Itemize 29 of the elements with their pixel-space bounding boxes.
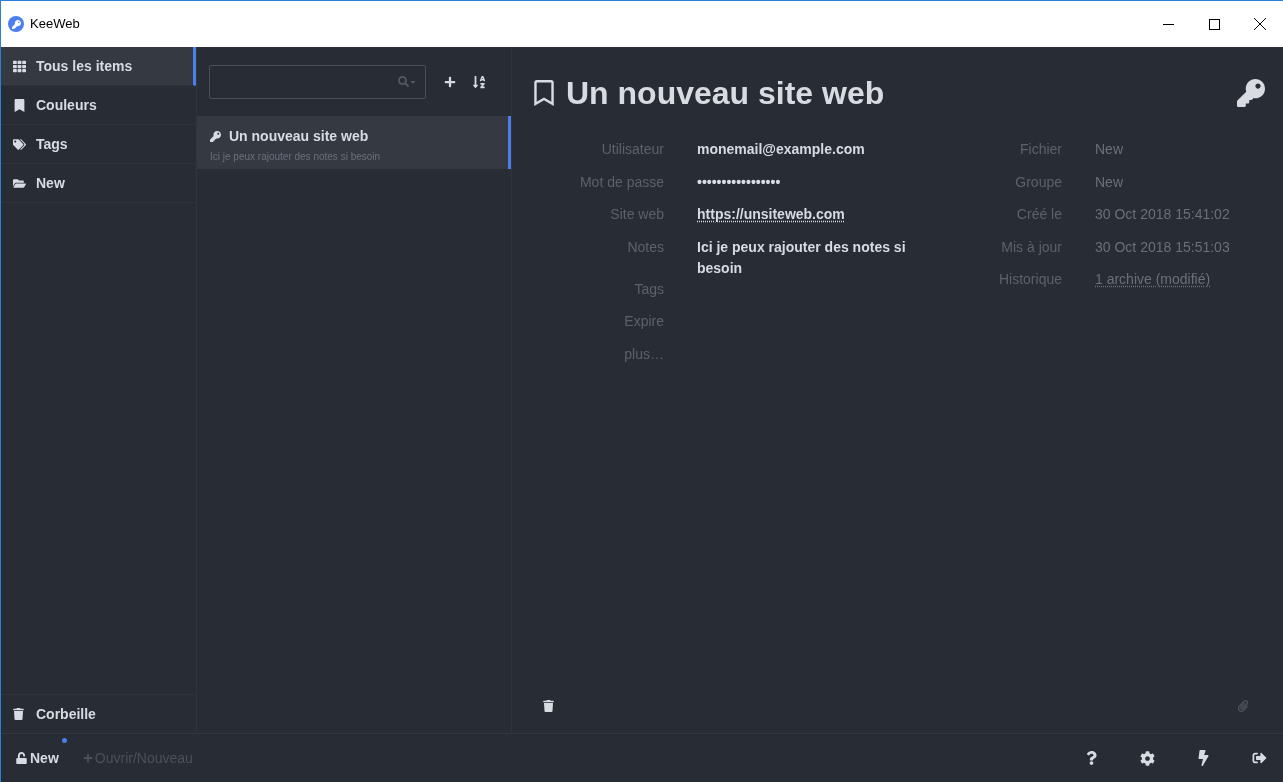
sidebar-item[interactable]: New: [1, 164, 196, 203]
trash-item[interactable]: Corbeille: [1, 694, 196, 733]
field-label: Expire: [623, 312, 664, 331]
field-label: Mis à jour: [1000, 237, 1062, 257]
file-button[interactable]: New: [15, 747, 59, 769]
field-label: Créé le: [1015, 205, 1062, 224]
entry-title: Un nouveau site web: [229, 127, 369, 146]
field-label: Utilisateur: [600, 140, 664, 159]
field-label: Historique: [997, 270, 1062, 289]
field-value: monemail@example.com: [697, 140, 866, 159]
field-value: 30 Oct 2018 15:41:02: [1095, 205, 1231, 224]
field-label: plus…: [623, 344, 664, 364]
field-value[interactable]: https://unsiteweb.com: [697, 204, 927, 237]
field-label: Groupe: [1014, 172, 1062, 192]
field-value: New: [1095, 172, 1124, 192]
field-label: Tags: [633, 279, 664, 299]
field-value: •••••••••••••••••: [697, 172, 782, 192]
field-label: Fichier: [1019, 140, 1062, 159]
entry-title-heading: Un nouveau site web: [566, 74, 885, 113]
sidebar-item[interactable]: Couleurs: [1, 86, 196, 125]
field-value: 30 Oct 2018 15:51:03: [1095, 237, 1231, 257]
field-label: Notes: [626, 237, 664, 257]
sidebar-item[interactable]: Tous les items: [1, 47, 196, 86]
sidebar-item[interactable]: Tags: [1, 125, 196, 164]
field-label: Site web: [609, 205, 664, 224]
field-value: New: [1095, 140, 1124, 159]
field-label: Mot de passe: [578, 172, 664, 192]
window-title: KeeWeb: [30, 15, 80, 34]
field-value: Ici je peux rajouter des notes si besoin: [697, 237, 907, 278]
